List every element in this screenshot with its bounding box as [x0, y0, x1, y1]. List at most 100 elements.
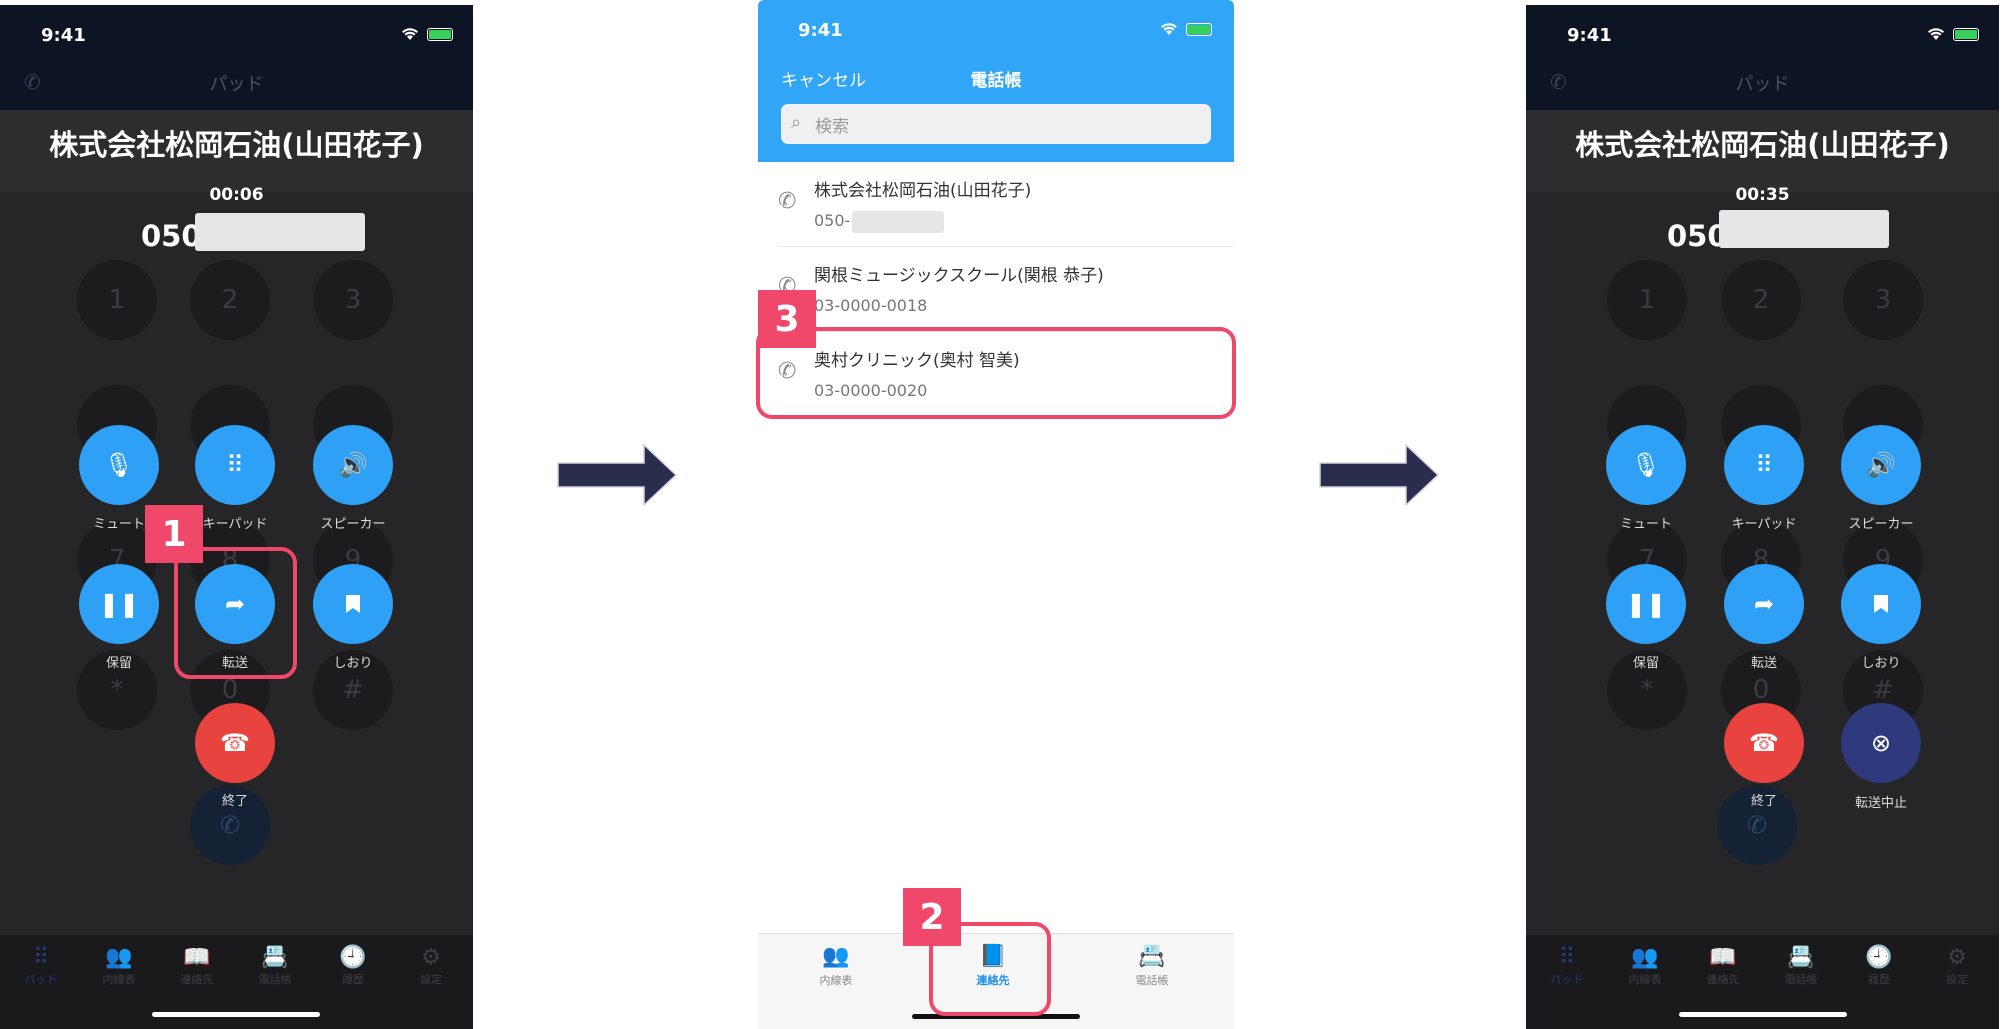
gear-icon: ⚙ [421, 945, 441, 970]
contact-phone: 03-0000-0018 [814, 296, 928, 315]
bookmark-button[interactable] [313, 564, 393, 644]
speaker-button[interactable]: 🔊 [313, 425, 393, 505]
tab-contacts[interactable]: 📖 連絡先 [167, 945, 227, 987]
tab-label: 設定 [1946, 973, 1968, 986]
cancel-transfer-button[interactable]: ⊗ [1841, 703, 1921, 783]
keypad-icon: ⠿ [226, 451, 244, 479]
microphone-icon: 🎙 [103, 451, 135, 479]
phone-icon: ✆ [778, 189, 797, 214]
tab-label: 連絡先 [180, 973, 214, 986]
wifi-icon [1161, 23, 1177, 35]
left-phone-screen: 9:41 ✆ パッド 株式会社松岡石油(山田花子) 00:06 050 1 2 … [0, 5, 473, 1029]
hangup-icon: ☎ [220, 729, 250, 757]
search-input[interactable]: ⌕ 検索 [781, 104, 1211, 144]
people-icon: 👥 [1631, 945, 1659, 970]
transfer-button[interactable]: ➦ [1724, 564, 1804, 644]
bookmark-label: しおり [333, 656, 373, 671]
tab-phonebook[interactable]: 📇 電話帳 [1112, 944, 1192, 988]
tab-settings[interactable]: ⚙ 設定 [1927, 945, 1987, 987]
mute-button[interactable]: 🎙 [79, 425, 159, 505]
book-icon: 📖 [183, 945, 211, 970]
clock-icon: 🕘 [339, 945, 367, 970]
hold-button[interactable]: ❚❚ [1606, 564, 1686, 644]
end-call-button[interactable]: ☎ [1724, 703, 1804, 783]
status-time: 9:41 [1567, 25, 1612, 46]
highlight-transfer [174, 547, 297, 679]
tab-history[interactable]: 🕘 履歴 [1849, 945, 1909, 987]
call-duration: 00:06 [209, 185, 264, 205]
status-time: 9:41 [798, 20, 843, 41]
tab-extension-list[interactable]: 👥 内線表 [796, 944, 876, 988]
keypad-button[interactable]: ⠿ [195, 425, 275, 505]
keypad-key-1: 1 [77, 260, 157, 340]
contact-row[interactable]: ✆ 株式会社松岡石油(山田花子) 050- [758, 163, 1234, 247]
keypad-key-2: 2 [190, 260, 270, 340]
call-duration: 00:35 [1735, 185, 1790, 205]
tab-label: 履歴 [342, 973, 364, 986]
step-badge-2: 2 [903, 888, 961, 946]
highlight-contact-row [756, 327, 1236, 419]
speaker-label: スピーカー [320, 517, 386, 532]
tab-label: 内線表 [1628, 973, 1662, 986]
status-icons [1160, 22, 1212, 36]
tab-extension-list[interactable]: 👥 内線表 [89, 945, 149, 987]
wifi-icon [402, 28, 418, 40]
gear-icon: ⚙ [1947, 945, 1967, 970]
hangup-icon: ☎ [1749, 729, 1779, 757]
tab-extension-list[interactable]: 👥 内線表 [1615, 945, 1675, 987]
keypad-key-3: 3 [1843, 260, 1923, 340]
hold-label: 保留 [1632, 656, 1659, 671]
number-redaction [195, 213, 365, 251]
keypad-button[interactable]: ⠿ [1724, 425, 1804, 505]
right-phone-screen: 9:41 ✆ パッド 株式会社松岡石油(山田花子) 00:35 050 1 2 … [1526, 5, 1999, 1029]
home-indicator [1679, 1012, 1847, 1017]
battery-icon [1953, 27, 1979, 41]
speaker-icon: 🔊 [338, 451, 368, 479]
end-call-button[interactable]: ☎ [195, 703, 275, 783]
close-circle-icon: ⊗ [1870, 729, 1892, 757]
status-icons [401, 27, 453, 41]
hold-button[interactable]: ❚❚ [79, 564, 159, 644]
status-time: 9:41 [41, 25, 86, 46]
keypad-label: キーパッド [1731, 517, 1797, 532]
mute-button[interactable]: 🎙 [1606, 425, 1686, 505]
tab-settings[interactable]: ⚙ 設定 [401, 945, 461, 987]
status-icons [1927, 27, 1979, 41]
wifi-icon [1928, 28, 1944, 40]
contact-row[interactable]: ✆ 関根ミュージックスクール(関根 恭子) 03-0000-0018 [758, 248, 1234, 332]
keypad-grid-icon: ⠿ [1558, 945, 1576, 970]
speaker-button[interactable]: 🔊 [1841, 425, 1921, 505]
step-badge-1: 1 [145, 505, 203, 563]
home-indicator [152, 1012, 320, 1017]
arrow-right-icon [557, 443, 678, 507]
hold-label: 保留 [105, 656, 132, 671]
tab-label: 内線表 [819, 974, 853, 987]
end-call-label: 終了 [221, 794, 248, 809]
search-icon: ⌕ [791, 112, 802, 133]
tab-phonebook[interactable]: 📇 電話帳 [245, 945, 305, 987]
bookmark-button[interactable] [1841, 564, 1921, 644]
nav-title: パッド [209, 74, 264, 95]
phone-redaction [852, 211, 944, 233]
tab-label: パッド [24, 973, 58, 986]
tab-label: 電話帳 [258, 973, 292, 986]
keypad-grid-icon: ⠿ [32, 945, 50, 970]
tab-label: 電話帳 [1135, 974, 1169, 987]
tab-pad[interactable]: ⠿ パッド [1537, 945, 1597, 987]
contact-name: 関根ミュージックスクール(関根 恭子) [814, 266, 1104, 286]
contact-card-icon: 📇 [1138, 944, 1166, 969]
contact-card-icon: 📇 [261, 945, 289, 970]
tab-phonebook[interactable]: 📇 電話帳 [1771, 945, 1831, 987]
contact-name: 株式会社松岡石油(山田花子) [814, 181, 1032, 201]
page-title: 電話帳 [970, 71, 1022, 91]
tab-contacts[interactable]: 📖 連絡先 [1693, 945, 1753, 987]
keypad-key-3: 3 [313, 260, 393, 340]
bookmark-label: しおり [1861, 656, 1901, 671]
battery-icon [427, 27, 453, 41]
nav-title: パッド [1735, 74, 1790, 95]
keypad-icon: ⠿ [1755, 451, 1773, 479]
tab-pad[interactable]: ⠿ パッド [11, 945, 71, 987]
arrow-right-icon [1319, 443, 1440, 507]
tab-history[interactable]: 🕘 履歴 [323, 945, 383, 987]
tab-label: 設定 [420, 973, 442, 986]
